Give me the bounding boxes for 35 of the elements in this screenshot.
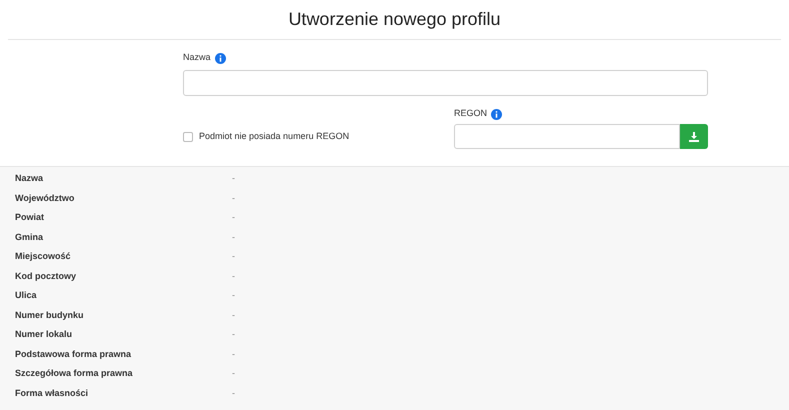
detail-value: - [232,348,235,360]
detail-label: Kod pocztowy [15,270,77,283]
detail-value: - [232,328,235,341]
field-label: REGON [454,107,488,120]
detail-value: - [232,230,235,244]
detail-value: - [232,172,235,185]
detail-label: Gmina [15,230,44,244]
checkbox-label: Podmiot nie posiada numeru REGON [199,130,350,143]
regon-input[interactable] [454,124,680,149]
download-icon [689,132,699,142]
detail-value: - [232,211,235,224]
detail-value: - [232,270,235,282]
field-label: Nazwa [183,51,211,64]
detail-value: - [232,308,235,322]
page-title: Utworzenie nowego profilu [288,8,501,31]
detail-label: Województwo [15,192,76,205]
detail-value: - [232,367,235,380]
detail-label: Powiat [15,211,46,224]
checkbox[interactable] [183,132,193,142]
detail-label: Numer lokalu [15,328,74,341]
detail-value: - [232,289,235,302]
detail-label: Forma własności [15,386,90,400]
info-icon [491,108,502,120]
detail-label: Numer budynku [15,308,85,322]
detail-label: Nazwa [15,172,44,185]
info-icon [214,52,226,64]
detail-label: Miejscowość [15,250,72,263]
name-input[interactable] [183,70,708,96]
download-button[interactable] [680,124,708,149]
detail-value: - [232,250,235,263]
detail-label: Podstawowa forma prawna [15,348,132,361]
detail-label: Ulica [15,289,38,302]
detail-label: Szczegółowa forma prawna [15,367,134,380]
detail-value: - [232,386,235,400]
detail-value: - [232,192,235,204]
